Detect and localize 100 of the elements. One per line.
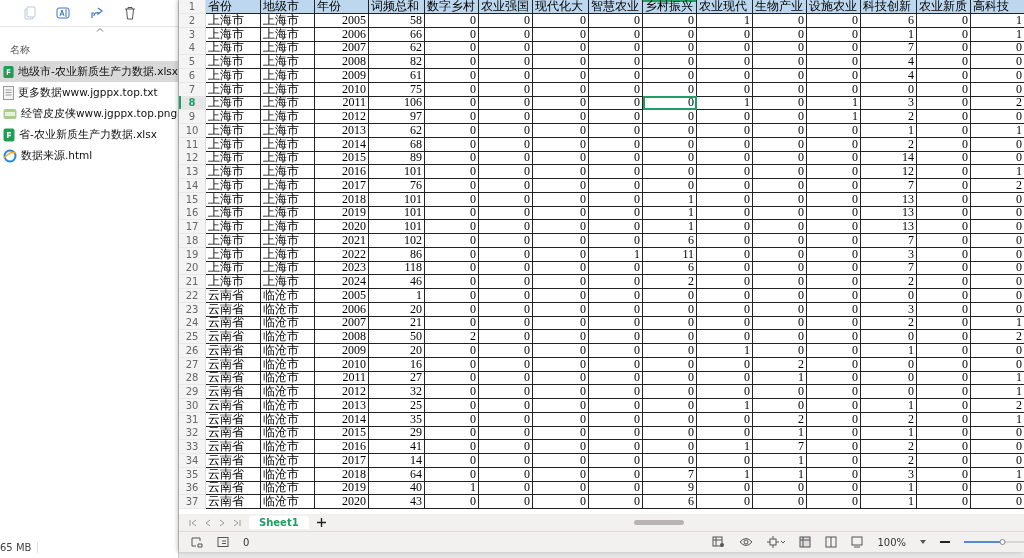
table-cell[interactable]: 1 — [971, 123, 1024, 138]
row-number[interactable]: 29 — [179, 385, 206, 399]
table-cell[interactable]: 7 — [861, 41, 917, 56]
table-cell[interactable]: 0 — [753, 137, 807, 152]
table-cell[interactable]: 0 — [697, 233, 753, 248]
table-cell[interactable]: 0 — [533, 110, 589, 124]
table-cell[interactable]: 0 — [425, 426, 479, 441]
table-cell[interactable]: 0 — [589, 123, 643, 138]
table-cell[interactable]: 0 — [479, 55, 533, 69]
table-cell[interactable]: 0 — [807, 137, 861, 152]
table-cell[interactable]: 0 — [971, 495, 1024, 509]
table-cell[interactable]: 临沧市 — [261, 398, 315, 413]
table-cell[interactable]: 0 — [753, 247, 807, 262]
table-cell[interactable]: 0 — [533, 357, 589, 372]
table-cell[interactable]: 20 — [369, 302, 425, 317]
table-cell[interactable]: 上海市 — [261, 123, 315, 138]
table-cell[interactable]: 0 — [533, 206, 589, 221]
table-cell[interactable]: 0 — [917, 453, 971, 468]
table-cell[interactable]: 1 — [643, 220, 697, 234]
table-cell[interactable]: 临沧市 — [261, 343, 315, 358]
table-cell[interactable]: 0 — [753, 82, 807, 97]
table-cell[interactable]: 0 — [479, 371, 533, 386]
table-cell[interactable]: 0 — [753, 316, 807, 331]
table-cell[interactable]: 0 — [589, 192, 643, 207]
table-cell[interactable]: 上海市 — [261, 165, 315, 179]
table-cell[interactable]: 0 — [753, 41, 807, 56]
table-cell[interactable]: 0 — [807, 467, 861, 482]
table-cell[interactable]: 0 — [807, 27, 861, 42]
table-cell[interactable]: 云南省 — [206, 440, 261, 454]
table-cell[interactable]: 2 — [643, 275, 697, 289]
table-cell[interactable]: 2 — [861, 440, 917, 454]
table-cell[interactable]: 0 — [479, 453, 533, 468]
scrollbar-thumb[interactable] — [633, 520, 684, 526]
table-cell[interactable]: 0 — [533, 316, 589, 331]
table-cell[interactable]: 20 — [369, 343, 425, 358]
table-cell[interactable]: 2009 — [315, 343, 369, 358]
table-cell[interactable]: 0 — [533, 68, 589, 83]
table-cell[interactable]: 21 — [369, 316, 425, 331]
row-number[interactable]: 20 — [179, 261, 206, 276]
table-cell[interactable]: 7 — [861, 261, 917, 276]
table-cell[interactable]: 0 — [589, 275, 643, 289]
zoom-slider[interactable] — [964, 539, 1024, 545]
table-cell[interactable]: 1 — [861, 495, 917, 509]
table-cell[interactable]: 1 — [425, 481, 479, 496]
table-cell[interactable]: 0 — [917, 55, 971, 69]
table-cell[interactable]: 58 — [369, 13, 425, 28]
table-cell[interactable]: 0 — [753, 233, 807, 248]
table-cell[interactable]: 0 — [479, 426, 533, 441]
add-sheet-icon[interactable] — [316, 518, 326, 528]
table-cell[interactable]: 0 — [807, 398, 861, 413]
table-cell[interactable]: 0 — [971, 426, 1024, 441]
table-cell[interactable]: 0 — [589, 261, 643, 276]
table-cell[interactable]: 2007 — [315, 41, 369, 56]
table-cell[interactable]: 0 — [643, 165, 697, 179]
table-cell[interactable]: 0 — [589, 68, 643, 83]
table-cell[interactable]: 0 — [589, 412, 643, 427]
table-cell[interactable]: 0 — [697, 261, 753, 276]
file-item[interactable]: 省-农业新质生产力数据.xlsx — [0, 124, 178, 145]
table-cell[interactable]: 1 — [971, 13, 1024, 28]
table-cell[interactable]: 2 — [861, 316, 917, 331]
table-cell[interactable]: 118 — [369, 261, 425, 276]
file-item[interactable]: 数据来源.html — [0, 145, 178, 166]
table-cell[interactable]: 0 — [589, 330, 643, 344]
table-cell[interactable]: 2021 — [315, 233, 369, 248]
table-cell[interactable]: 0 — [533, 398, 589, 413]
table-cell[interactable]: 0 — [917, 261, 971, 276]
table-cell[interactable]: 0 — [479, 27, 533, 42]
table-cell[interactable]: 临沧市 — [261, 495, 315, 509]
table-cell[interactable]: 0 — [479, 481, 533, 496]
table-cell[interactable]: 2006 — [315, 27, 369, 42]
table-cell[interactable]: 0 — [425, 495, 479, 509]
table-cell[interactable]: 13 — [861, 220, 917, 234]
table-cell[interactable]: 1 — [971, 412, 1024, 427]
eye-icon[interactable] — [739, 537, 754, 547]
table-cell[interactable]: 0 — [697, 137, 753, 152]
table-cell[interactable]: 101 — [369, 220, 425, 234]
table-cell[interactable]: 0 — [971, 192, 1024, 207]
table-cell[interactable]: 0 — [533, 440, 589, 454]
table-cell[interactable]: 上海市 — [206, 192, 261, 207]
table-cell[interactable]: 86 — [369, 247, 425, 262]
table-cell[interactable]: 云南省 — [206, 385, 261, 399]
table-cell[interactable]: 0 — [753, 206, 807, 221]
table-cell[interactable]: 0 — [425, 453, 479, 468]
table-cell[interactable]: 0 — [917, 247, 971, 262]
table-cell[interactable]: 0 — [425, 55, 479, 69]
row-number[interactable]: 32 — [179, 426, 206, 441]
table-cell[interactable]: 0 — [533, 371, 589, 386]
table-cell[interactable]: 上海市 — [261, 275, 315, 289]
table-cell[interactable]: 0 — [753, 330, 807, 344]
table-cell[interactable]: 1 — [861, 398, 917, 413]
table-cell[interactable]: 0 — [643, 151, 697, 166]
table-cell[interactable]: 0 — [753, 288, 807, 303]
table-cell[interactable]: 0 — [971, 343, 1024, 358]
table-cell[interactable]: 0 — [697, 192, 753, 207]
table-cell[interactable]: 0 — [479, 123, 533, 138]
table-cell[interactable]: 云南省 — [206, 481, 261, 496]
table-cell[interactable]: 0 — [533, 343, 589, 358]
table-cell[interactable]: 0 — [807, 13, 861, 28]
table-cell[interactable]: 62 — [369, 123, 425, 138]
table-cell[interactable]: 13 — [861, 206, 917, 221]
